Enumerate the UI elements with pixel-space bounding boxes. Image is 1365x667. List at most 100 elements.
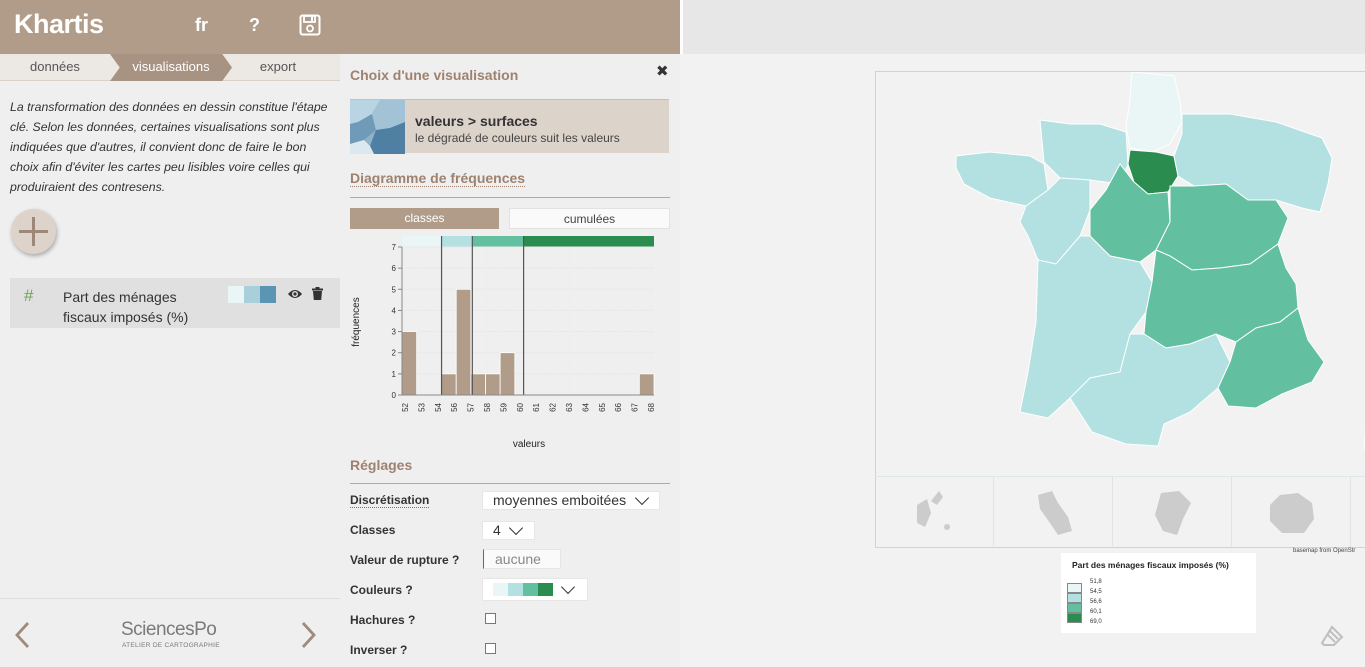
map-view: basemap from OpenStr Part des ménages fi… [680, 54, 1365, 667]
help-button[interactable]: ? [249, 15, 260, 36]
x-tick-label: 56 [450, 402, 459, 411]
guadeloupe-map [917, 491, 950, 530]
x-axis-label: valeurs [513, 439, 545, 450]
tab-classes[interactable]: classes [350, 208, 499, 229]
choice-title: Choix d'une visualisation [350, 67, 519, 83]
rupture-label: Valeur de rupture ? [350, 553, 460, 567]
swatch-3 [260, 286, 276, 303]
y-tick-label: 0 [392, 391, 397, 400]
app-logo[interactable]: Khartis [14, 9, 104, 40]
swatch-2 [244, 286, 260, 303]
x-tick-label: 57 [467, 402, 476, 411]
legend-value-4: 60,1 [1090, 609, 1102, 615]
histogram-bar [441, 373, 457, 396]
region-bretagne[interactable] [955, 151, 1049, 207]
y-tick-label: 1 [392, 370, 397, 379]
visualisation-description: le dégradé de couleurs suit les valeurs [415, 131, 620, 145]
section-divider [350, 483, 670, 484]
visualisation-card[interactable]: valeurs > surfaces le dégradé de couleur… [350, 99, 669, 154]
layer-item[interactable]: # Part des ménages fiscaux imposés (%) [10, 278, 340, 328]
x-tick-label: 59 [499, 402, 508, 411]
surface-map-thumbnail [350, 100, 405, 154]
map-legend: Part des ménages fiscaux imposés (%) 51,… [1061, 553, 1256, 633]
histogram-bar [638, 373, 655, 396]
x-tick-label: 58 [483, 402, 492, 411]
x-tick-label: 60 [516, 402, 525, 411]
guyane-cell[interactable] [1113, 477, 1232, 549]
y-tick-label: 3 [392, 328, 397, 337]
class-band [523, 236, 654, 247]
x-tick-label: 66 [614, 402, 623, 411]
eraser-icon[interactable] [1320, 625, 1344, 649]
inverser-label: Inverser ? [350, 643, 408, 657]
histogram-bar [455, 288, 472, 396]
step-nav: données visualisations export [0, 54, 340, 81]
histogram-bar [485, 373, 501, 396]
left-panel: données visualisations export La transfo… [0, 54, 340, 667]
class-band [472, 236, 524, 247]
x-tick-label: 62 [549, 402, 558, 411]
discretisation-value: moyennes emboitées [493, 492, 627, 508]
rupture-input[interactable]: aucune [483, 549, 561, 569]
martinique-cell[interactable] [994, 477, 1113, 549]
region-hauts-de-france[interactable] [1125, 72, 1183, 153]
step-visualisations[interactable]: visualisations [110, 54, 232, 81]
discretisation-select[interactable]: moyennes emboitées [482, 490, 660, 510]
numeric-type-icon: # [24, 286, 34, 305]
map-toolbar [683, 0, 1365, 54]
close-icon[interactable]: ✖ [656, 62, 669, 80]
x-tick-label: 61 [532, 402, 541, 411]
inverser-checkbox[interactable] [485, 643, 496, 654]
add-layer-button[interactable] [11, 209, 56, 254]
step-donnees[interactable]: données [0, 54, 110, 81]
left-footer: SciencesPo ATELIER DE CARTOGRAPHIE [0, 598, 340, 667]
section-divider [350, 197, 670, 198]
overseas-strip [875, 476, 1365, 549]
hachures-label: Hachures ? [350, 613, 416, 627]
guadeloupe-cell[interactable] [875, 477, 994, 549]
color-scheme-swatch [493, 583, 553, 596]
x-tick-label: 64 [581, 402, 590, 411]
discretisation-label: Discrétisation [350, 493, 430, 508]
chevron-right-icon[interactable] [301, 621, 317, 649]
legend-title: Part des ménages fiscaux imposés (%) [1072, 560, 1229, 570]
trash-icon[interactable] [312, 287, 323, 300]
frequency-histogram: 0123456752 53 54 56 57 58 59 60 61 62 63 64 65 66 67 68… [351, 236, 656, 450]
chevron-down-icon [560, 579, 576, 595]
step-export[interactable]: export [232, 54, 324, 81]
y-tick-label: 7 [392, 243, 397, 252]
x-tick-label: 65 [598, 402, 607, 411]
choropleth-map[interactable] [930, 72, 1365, 452]
top-bar: Khartis fr ? [0, 0, 680, 54]
chevron-left-icon[interactable] [14, 621, 30, 649]
x-tick-label: 63 [565, 402, 574, 411]
couleurs-label: Couleurs ? [350, 583, 413, 597]
y-tick-label: 6 [392, 264, 397, 273]
legend-value-3: 56,6 [1090, 599, 1102, 605]
language-button[interactable]: fr [195, 15, 208, 36]
y-tick-label: 4 [392, 306, 397, 315]
intro-text: La transformation des données en dessin … [10, 100, 328, 194]
x-tick-label: 67 [631, 402, 640, 411]
legend-swatch-4 [1067, 613, 1082, 623]
class-band [441, 236, 473, 247]
classes-select[interactable]: 4 [482, 520, 535, 540]
y-tick-label: 2 [392, 349, 397, 358]
color-swatch-4 [538, 583, 553, 596]
class-band [402, 236, 442, 247]
color-swatch-1 [493, 583, 508, 596]
y-tick-label: 5 [392, 285, 397, 294]
eye-icon[interactable] [287, 288, 303, 300]
save-icon[interactable] [299, 14, 321, 36]
tab-cumulees[interactable]: cumulées [509, 208, 670, 229]
basemap-credit: basemap from OpenStr [1293, 548, 1356, 554]
color-scheme-select[interactable] [482, 578, 588, 601]
color-swatch-2 [508, 583, 523, 596]
color-swatch-3 [523, 583, 538, 596]
visualisation-panel: Choix d'une visualisation ✖ valeurs > su… [340, 54, 680, 667]
legend-value-2: 54,5 [1090, 589, 1102, 595]
legend-value-1: 51,8 [1090, 579, 1102, 585]
sciencespo-logo: SciencesPo [121, 619, 217, 640]
hachures-checkbox[interactable] [485, 613, 496, 624]
reunion-cell[interactable] [1232, 477, 1351, 549]
